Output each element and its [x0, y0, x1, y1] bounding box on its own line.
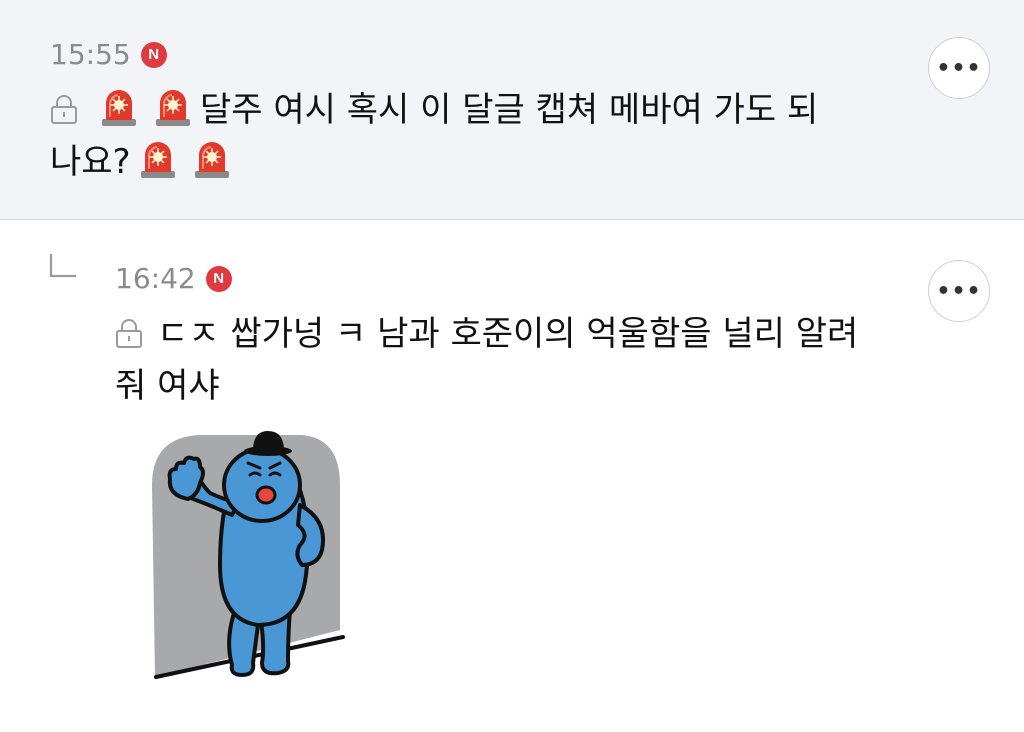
comment-line-1: ㄷㅈ 쌉가넝 ㅋ 남과 호준이의 억울함을 널리 알려: [115, 308, 915, 360]
comment-time: 16:42: [115, 262, 196, 295]
comment-text: ㄷㅈ 쌉가넝 ㅋ 남과 호준이의 억울함을 널리 알려: [157, 314, 859, 354]
more-button[interactable]: •••: [928, 37, 990, 99]
reply-comment-item: 16:42 N ••• ㄷㅈ 쌉가넝 ㅋ 남과 호준이의 억울함을 널리 알려 …: [0, 220, 1024, 732]
blue-character-sticker[interactable]: [140, 425, 370, 705]
comment-text: 줘 여샤: [115, 366, 220, 406]
comment-meta: 16:42 N: [115, 262, 232, 295]
new-badge: N: [140, 41, 167, 68]
comment-line-2: 나요?: [50, 136, 870, 188]
comment-item: 15:55 N ••• 달주 여시 혹시 이 달글 캡쳐 메바여 가도 되 나요…: [0, 0, 1024, 220]
comment-time: 15:55: [50, 38, 131, 71]
lock-icon: [116, 319, 142, 348]
comment-text: 나요?: [50, 142, 131, 182]
more-button[interactable]: •••: [928, 260, 990, 322]
comment-line-1: 달주 여시 혹시 이 달글 캡쳐 메바여 가도 되: [50, 84, 870, 136]
comment-body: 달주 여시 혹시 이 달글 캡쳐 메바여 가도 되 나요?: [50, 84, 870, 188]
comment-text: 달주 여시 혹시 이 달글 캡쳐 메바여 가도 되: [200, 90, 819, 130]
comment-line-2: 줘 여샤: [115, 360, 915, 412]
lock-icon: [51, 95, 77, 124]
siren-icon: [140, 142, 175, 178]
comment-body: ㄷㅈ 쌉가넝 ㅋ 남과 호준이의 억울함을 널리 알려 줘 여샤: [115, 308, 915, 412]
siren-icon: [102, 90, 136, 126]
comment-meta: 15:55 N: [50, 38, 167, 71]
siren-icon: [156, 90, 190, 126]
reply-arrow-icon: [49, 254, 76, 278]
siren-icon: [194, 142, 229, 178]
new-badge: N: [205, 265, 232, 292]
